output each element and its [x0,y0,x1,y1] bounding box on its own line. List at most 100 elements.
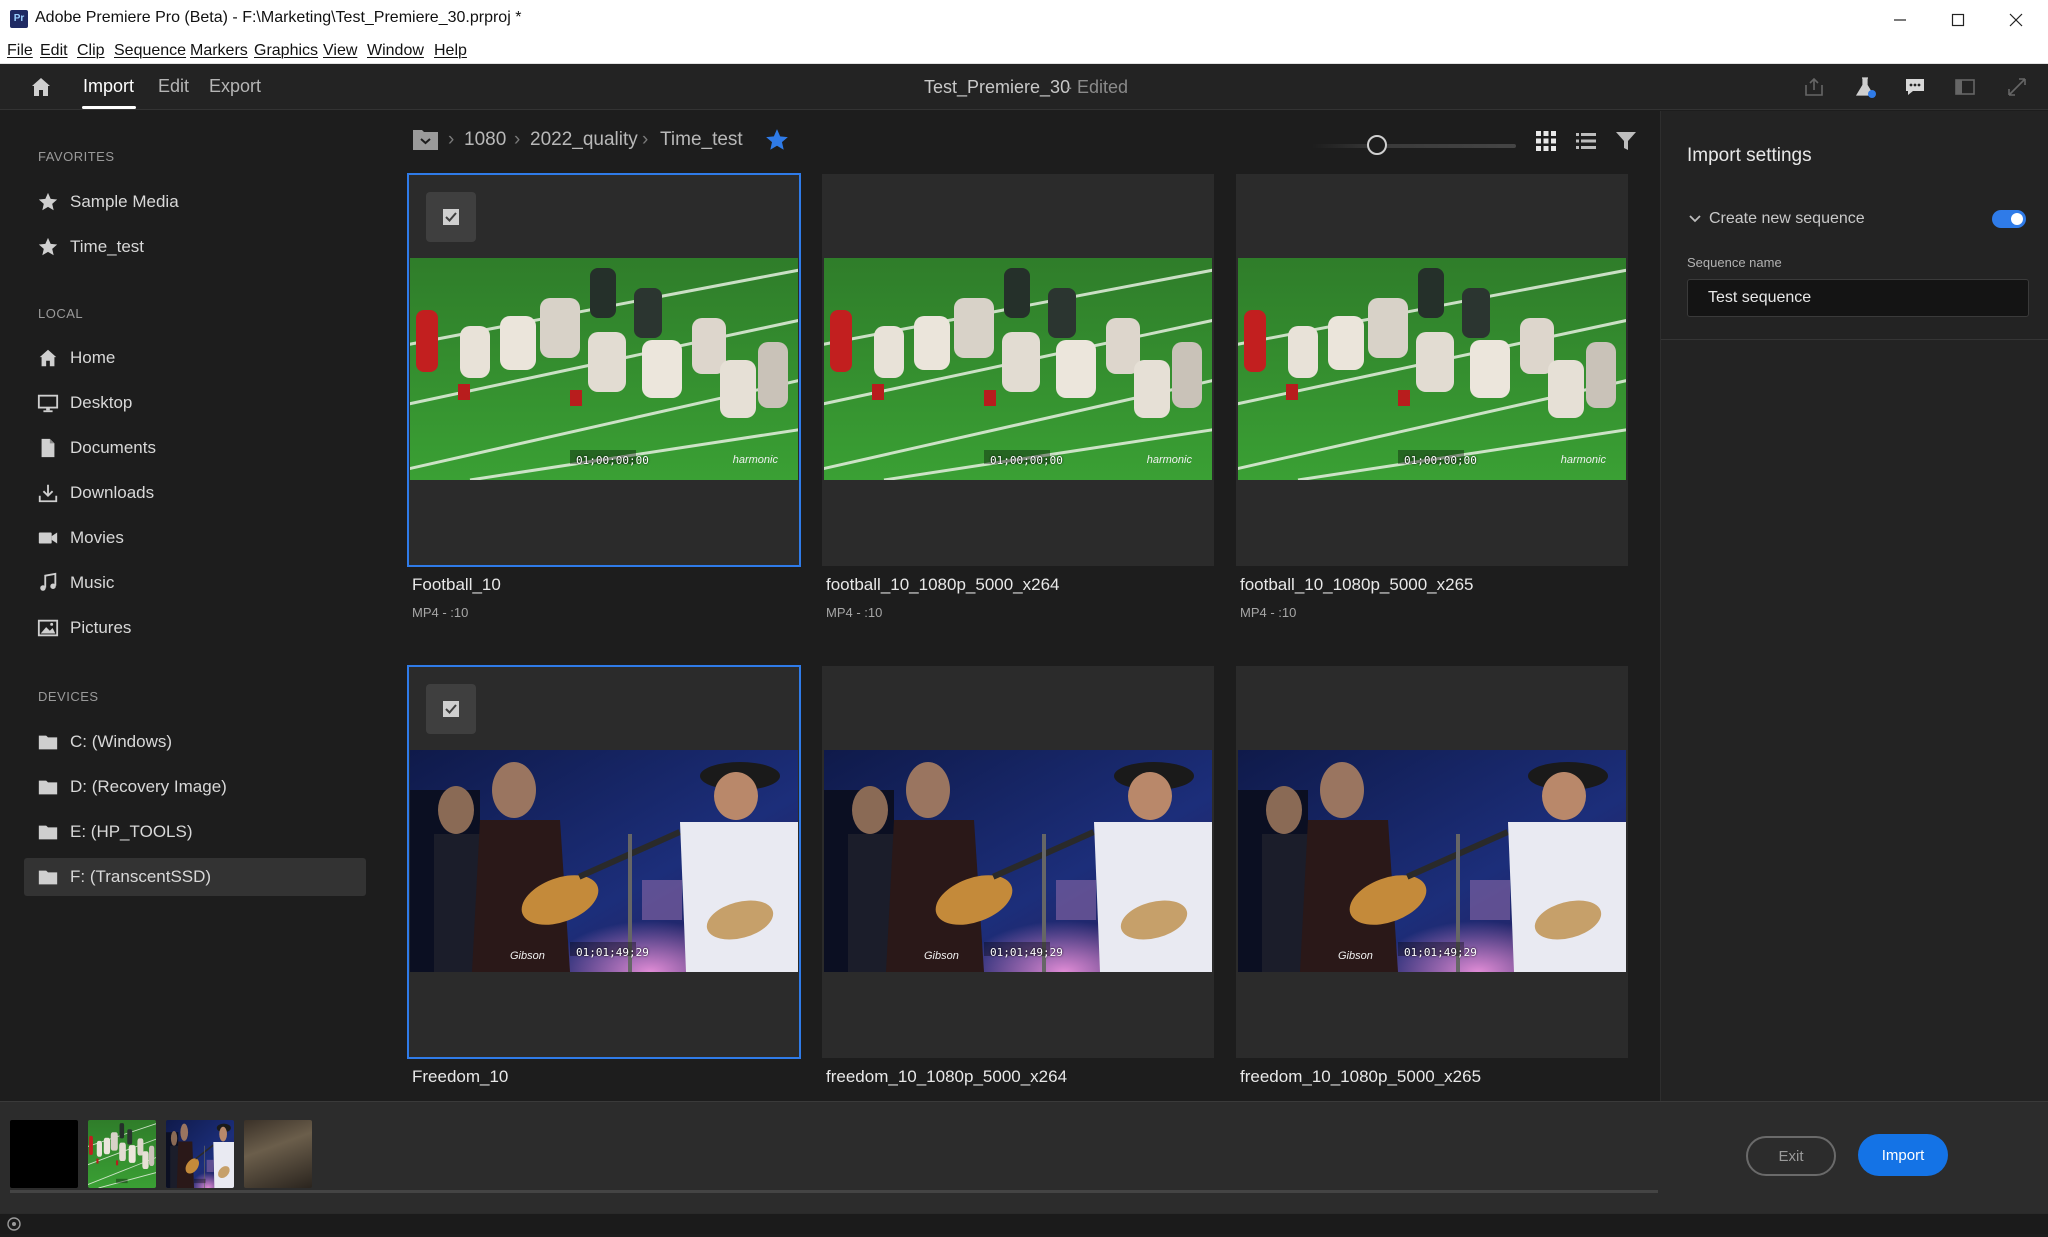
tab-export[interactable]: Export [209,76,261,97]
window-title: Adobe Premiere Pro (Beta) - F:\Marketing… [35,9,522,26]
clip-card-freedom-x265[interactable]: 01;01;49;29 Gibson [1236,666,1628,1058]
folder-icon [36,820,60,844]
sequence-name-input[interactable] [1687,279,2029,317]
sidebar-item-documents[interactable]: Documents [24,429,366,467]
sidebar-item-label: C: (Windows) [70,732,173,751]
location-sidebar: FAVORITES Sample Media Time_test LOCAL H… [0,111,390,1101]
collapse-toggle[interactable] [1687,211,1703,227]
sidebar-item-sample-media[interactable]: Sample Media [24,183,366,221]
selection-tray: Exit Import [0,1101,2048,1213]
sidebar-item-home[interactable]: Home [24,339,366,377]
list-icon [1576,133,1596,149]
menu-sequence[interactable]: Sequence [114,42,186,60]
sidebar-item-drive-e[interactable]: E: (HP_TOOLS) [24,813,366,851]
feedback-button[interactable] [1902,74,1928,100]
app-header: Import Edit Export Test_Premiere_30 - Ed… [0,64,2048,110]
timecode-overlay: 01;01;49;29 [990,946,1063,959]
share-button[interactable] [1801,74,1827,100]
import-settings-panel: Import settings Create new sequence Sequ… [1660,111,2048,1101]
clip-checkbox[interactable] [426,684,476,734]
tray-thumbnail[interactable] [166,1120,234,1188]
menu-help[interactable]: Help [434,42,467,60]
home-icon [32,78,50,96]
menu-view[interactable]: View [323,42,357,60]
menu-window[interactable]: Window [367,42,424,60]
filter-button[interactable] [1614,129,1638,153]
panel-toggle-button[interactable] [1952,74,1978,100]
slider-handle[interactable] [1367,135,1387,155]
list-view-button[interactable] [1574,129,1598,153]
grid-view-button[interactable] [1534,129,1558,153]
home-button[interactable] [28,74,54,100]
menu-edit[interactable]: Edit [40,42,68,60]
breadcrumb-separator: › [514,129,521,150]
minimize-button[interactable] [1872,4,1928,36]
favorite-button[interactable] [764,127,790,153]
share-icon [1805,77,1823,96]
folder-menu-button[interactable] [412,127,442,153]
minimize-icon [1894,19,1906,21]
breadcrumb-item-current[interactable]: Time_test [660,129,743,151]
clip-title: freedom_10_1080p_5000_x264 [826,1067,1068,1086]
clip-card-football-x265[interactable]: 01;00;00;00 harmonic [1236,174,1628,566]
sidebar-item-drive-f[interactable]: F: (TranscentSSD) [24,858,366,896]
tray-thumbnail[interactable] [88,1120,156,1188]
close-button[interactable] [1988,4,2044,36]
menu-clip[interactable]: Clip [77,42,105,60]
sidebar-item-drive-d[interactable]: D: (Recovery Image) [24,768,366,806]
sidebar-item-label: Downloads [70,483,155,502]
clip-card-football-x264[interactable]: 01;00;00;00 harmonic [822,174,1214,566]
beta-labs-button[interactable] [1852,74,1878,100]
fullscreen-button[interactable] [2004,74,2030,100]
clip-thumbnail: 01;01;49;29 Gibson [410,750,798,972]
sidebar-item-label: Home [70,348,116,367]
document-icon [36,436,60,460]
breadcrumb-item[interactable]: 2022_quality [530,129,638,151]
thumbnail-size-slider[interactable] [1312,135,1516,157]
sidebar-item-music[interactable]: Music [24,564,366,602]
favorites-heading: FAVORITES [38,149,115,164]
maximize-icon [1951,13,1965,27]
tab-import[interactable]: Import [83,76,134,97]
exit-button[interactable]: Exit [1746,1136,1836,1176]
tab-edit[interactable]: Edit [158,76,189,97]
creative-cloud-sync-button[interactable] [6,1216,22,1232]
tray-scrollbar[interactable] [10,1190,1658,1193]
active-tab-indicator [82,106,136,109]
tray-thumbnail[interactable] [244,1120,312,1188]
panel-layout-icon [1955,79,1975,95]
clip-card-football-10[interactable]: 01;00;00;00 harmonic [407,173,801,567]
clip-checkbox[interactable] [426,192,476,242]
sidebar-item-movies[interactable]: Movies [24,519,366,557]
clip-meta: MP4 - :10 [826,605,883,620]
cloud-sync-icon [7,1217,21,1231]
sidebar-item-pictures[interactable]: Pictures [24,609,366,647]
breadcrumb-item[interactable]: 1080 [464,129,506,151]
star-icon [36,235,60,259]
filter-icon [1616,132,1636,150]
sidebar-item-time-test[interactable]: Time_test [24,228,366,266]
clip-card-freedom-10[interactable]: 01;01;49;29 Gibson [407,665,801,1059]
menu-markers[interactable]: Markers [190,42,248,60]
star-icon [36,190,60,214]
clip-title: Freedom_10 [412,1067,509,1086]
watermark-text: harmonic [1146,454,1192,466]
import-button[interactable]: Import [1858,1134,1948,1176]
sidebar-item-downloads[interactable]: Downloads [24,474,366,512]
timecode-overlay: 01;01;49;29 [576,946,649,959]
project-title: Test_Premiere_30 [924,77,1071,97]
menu-file[interactable]: File [7,42,33,60]
devices-heading: DEVICES [38,689,99,704]
sidebar-item-drive-c[interactable]: C: (Windows) [24,723,366,761]
watermark-text: Gibson [924,950,959,962]
maximize-button[interactable] [1930,4,1986,36]
flask-icon [1855,77,1876,98]
speech-bubble-icon [1906,79,1924,95]
create-new-sequence-toggle[interactable] [1992,210,2026,228]
clip-card-freedom-x264[interactable]: 01;01;49;29 Gibson [822,666,1214,1058]
sidebar-item-label: Pictures [70,618,132,637]
sidebar-item-desktop[interactable]: Desktop [24,384,366,422]
tray-thumbnail[interactable] [10,1120,78,1188]
menu-graphics[interactable]: Graphics [254,42,318,60]
media-browser: › 1080 › 2022_quality › Time_test 01;00;… [390,111,1660,1101]
